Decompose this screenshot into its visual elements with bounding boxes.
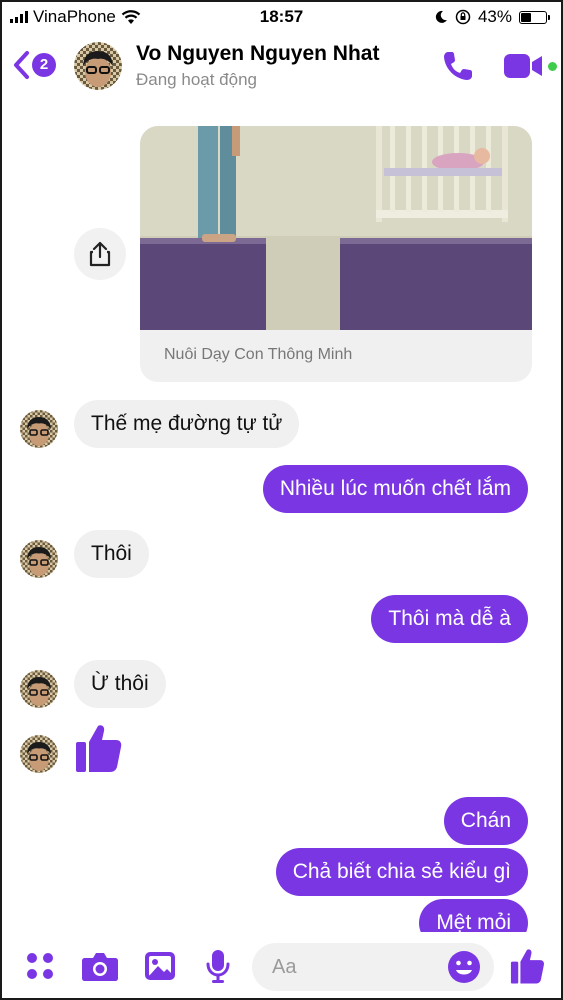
back-button[interactable]: 2	[12, 47, 64, 83]
conversation-header: 2 Vo Nguyen Nguyen Nhat Đang hoạt động	[2, 32, 561, 102]
apps-grid-icon	[27, 953, 53, 979]
message-input[interactable]: Aa	[252, 943, 494, 991]
camera-button[interactable]	[80, 946, 120, 986]
apps-button[interactable]	[22, 946, 58, 986]
emoji-icon[interactable]	[446, 949, 482, 985]
message-bubble-incoming[interactable]: Thôi	[74, 530, 149, 578]
battery-icon	[519, 10, 550, 24]
presence-status: Đang hoạt động	[136, 70, 257, 89]
sender-avatar	[20, 670, 58, 708]
message-bubble-outgoing[interactable]: Thôi mà dễ à	[371, 595, 528, 643]
sender-avatar	[20, 410, 58, 448]
phone-icon[interactable]	[440, 48, 476, 84]
voice-button[interactable]	[200, 946, 236, 986]
message-bubble-incoming[interactable]: Thế mẹ đường tự tử	[74, 400, 300, 448]
message-bubble-outgoing[interactable]: Chán	[443, 797, 528, 845]
contact-avatar[interactable]	[74, 42, 122, 90]
link-source: Nuôi Dạy Con Thông Minh	[164, 346, 353, 363]
unread-count-badge: 2	[32, 53, 56, 77]
messenger-screen: VinaPhone 18:57 43% 2 Vo Nguyen Nguyen N…	[0, 0, 563, 1000]
link-preview-image	[140, 126, 532, 330]
message-input-placeholder: Aa	[272, 956, 297, 978]
thumbs-up-icon	[510, 949, 544, 984]
share-icon	[89, 241, 111, 267]
battery-percent: 43%	[477, 7, 512, 26]
message-bubble-outgoing[interactable]: Nhiều lúc muốn chết lắm	[262, 465, 528, 513]
microphone-icon	[206, 950, 230, 983]
sender-avatar	[20, 540, 58, 578]
gallery-icon	[145, 952, 175, 980]
message-bubble-outgoing[interactable]: Chả biết chia sẻ kiểu gì	[275, 848, 528, 896]
status-bar: VinaPhone 18:57 43%	[2, 2, 561, 32]
online-indicator	[548, 62, 557, 71]
moon-icon	[435, 10, 447, 23]
like-button[interactable]	[506, 946, 548, 986]
back-chevron-icon	[14, 51, 29, 79]
orientation-lock-icon	[455, 9, 471, 25]
sender-avatar	[20, 735, 58, 773]
contact-name[interactable]: Vo Nguyen Nguyen Nhat	[136, 42, 379, 66]
like-sticker-icon[interactable]	[74, 722, 122, 774]
shared-link-card[interactable]: Nuôi Dạy Con Thông Minh	[140, 126, 532, 382]
video-camera-icon[interactable]	[502, 50, 546, 82]
message-bubble-incoming[interactable]: Ừ thôi	[74, 660, 166, 708]
share-button[interactable]	[74, 228, 126, 280]
message-composer: Aa	[2, 932, 561, 998]
camera-icon	[82, 953, 118, 981]
gallery-button[interactable]	[140, 946, 180, 986]
